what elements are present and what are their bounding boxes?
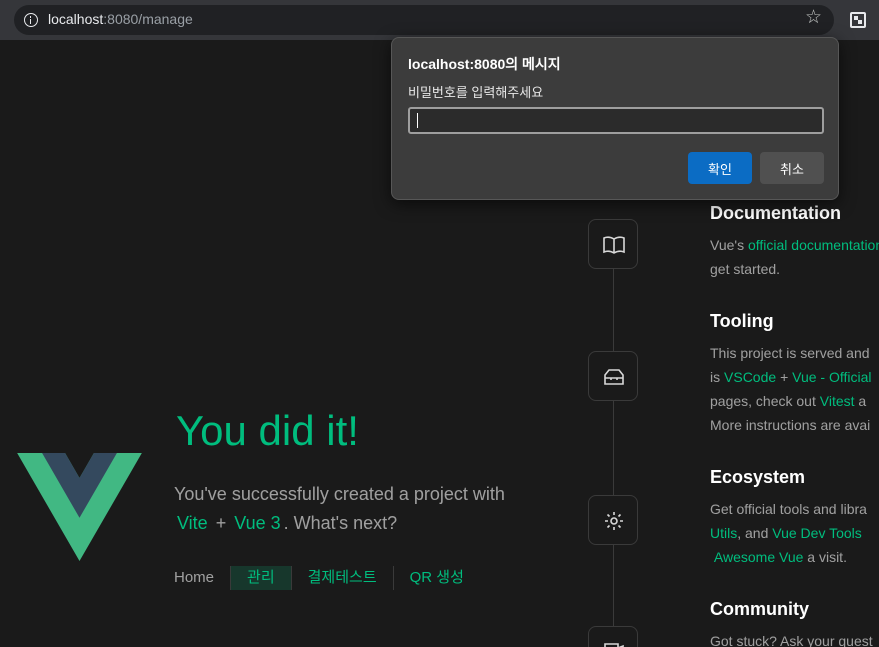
official-docs-link[interactable]: official documentation: [748, 237, 879, 253]
vitest-link[interactable]: Vitest: [820, 393, 855, 409]
tooling-text-3b: a: [858, 393, 867, 409]
prompt-dialog: localhost:8080의 메시지 비밀번호를 입력해주세요 확인 취소: [391, 37, 839, 200]
tooling-text-1: This project is served and: [710, 345, 870, 361]
section-tooling: Tooling This project is served and is VS…: [710, 309, 879, 437]
text-caret: [417, 113, 418, 128]
ecosystem-icon-box: [588, 495, 638, 545]
documentation-text: Vue's: [710, 237, 745, 253]
qr-code-icon[interactable]: [850, 12, 866, 28]
hero-text-after: . What's next?: [283, 513, 398, 533]
tooling-icon-box: [588, 351, 638, 401]
community-icon-box: [588, 626, 638, 647]
documentation-text-2: get started.: [710, 261, 781, 277]
section-community: Community Got stuck? Ask your quest: [710, 597, 879, 647]
hero-subtitle: You've successfully created a project wi…: [174, 480, 554, 538]
tooling-text-2: is: [710, 369, 721, 385]
password-input[interactable]: [408, 107, 824, 134]
community-title: Community: [710, 599, 809, 619]
site-info-icon[interactable]: [24, 13, 38, 27]
toolbox-icon: [604, 369, 624, 385]
vite-link[interactable]: Vite: [174, 513, 211, 533]
book-icon: [603, 236, 625, 254]
documentation-title: Documentation: [710, 203, 842, 223]
section-documentation: Documentation Vue's official documentati…: [710, 201, 879, 281]
tooling-text-4: More instructions are avai: [710, 417, 871, 433]
vue3-link[interactable]: Vue 3: [231, 513, 283, 533]
documentation-icon-box: [588, 219, 638, 269]
plus-text: +: [215, 513, 227, 533]
timeline-line: [613, 268, 614, 647]
section-ecosystem: Ecosystem Get official tools and libra U…: [710, 465, 879, 569]
ecosystem-icon: [605, 512, 623, 530]
nav-payment-test[interactable]: 결제테스트: [290, 566, 393, 590]
main-nav: Home 관리 결제테스트 QR 생성: [160, 566, 480, 590]
cancel-button[interactable]: 취소: [760, 152, 824, 184]
community-icon: [604, 643, 624, 647]
url-host: localhost: [48, 11, 104, 27]
bookmark-star-icon[interactable]: ☆: [805, 8, 822, 27]
dialog-title: localhost:8080의 메시지: [408, 56, 561, 72]
browser-toolbar: localhost:8080/manage ☆: [0, 0, 879, 40]
hero-text: You've successfully created a project wi…: [174, 484, 505, 504]
dialog-message: 비밀번호를 입력해주세요: [408, 85, 544, 100]
tooling-text-3: pages, check out: [710, 393, 816, 409]
community-text-1: Got stuck? Ask your quest: [710, 633, 873, 647]
vue-devtools-link[interactable]: Vue Dev Tools: [772, 525, 862, 541]
ecosystem-title: Ecosystem: [710, 467, 806, 487]
url-path: :8080/manage: [103, 11, 193, 27]
hero-title: You did it!: [176, 407, 359, 454]
vscode-link[interactable]: VSCode: [724, 369, 776, 385]
tooling-title: Tooling: [710, 311, 774, 331]
ok-button[interactable]: 확인: [688, 152, 752, 184]
vue-official-link[interactable]: Vue - Official: [792, 369, 871, 385]
vue-logo: [17, 453, 142, 561]
plus-text-2: +: [780, 369, 789, 385]
awesome-vue-link[interactable]: Awesome Vue: [714, 549, 804, 565]
url-text[interactable]: localhost:8080/manage: [48, 11, 193, 27]
nav-home[interactable]: Home: [160, 566, 230, 590]
nav-qr-create[interactable]: QR 생성: [392, 566, 480, 590]
ecosystem-text-1: Get official tools and libra: [710, 501, 867, 517]
utils-link[interactable]: Utils: [710, 525, 737, 541]
nav-manage[interactable]: 관리: [230, 566, 291, 590]
address-bar[interactable]: localhost:8080/manage ☆: [14, 5, 834, 35]
ecosystem-text-2: , and: [737, 525, 769, 541]
ecosystem-text-3: a visit.: [807, 549, 847, 565]
